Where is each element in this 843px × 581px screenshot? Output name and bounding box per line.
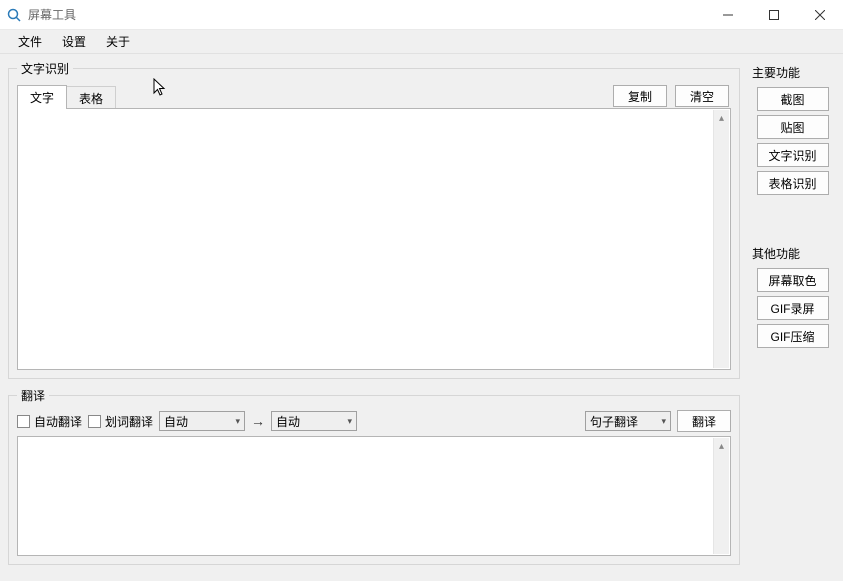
ocr-action-buttons: 复制 清空: [613, 85, 731, 109]
app-icon: [6, 7, 22, 23]
ocr-header: 文字 表格 复制 清空: [17, 83, 731, 109]
translate-scrollbar[interactable]: ▴: [713, 438, 729, 554]
target-language-select[interactable]: 自动 ▾: [271, 411, 357, 431]
other-functions-title: 其他功能: [752, 245, 835, 262]
gif-record-button[interactable]: GIF录屏: [757, 296, 829, 320]
color-picker-button[interactable]: 屏幕取色: [757, 268, 829, 292]
side-panel: 主要功能 截图 贴图 文字识别 表格识别 其他功能 屏幕取色 GIF录屏 GIF…: [748, 54, 843, 581]
text-ocr-button[interactable]: 文字识别: [757, 143, 829, 167]
other-functions-section: 其他功能 屏幕取色 GIF录屏 GIF压缩: [750, 241, 835, 352]
arrow-right-icon: →: [251, 413, 265, 429]
screenshot-button[interactable]: 截图: [757, 87, 829, 111]
menu-about[interactable]: 关于: [96, 31, 140, 53]
clear-button[interactable]: 清空: [675, 85, 729, 107]
translate-output-textarea[interactable]: ▴: [17, 436, 731, 556]
translate-mode-value: 句子翻译: [590, 413, 638, 430]
scroll-up-icon[interactable]: ▴: [714, 438, 729, 454]
window-controls: [705, 0, 843, 30]
close-button[interactable]: [797, 0, 843, 30]
ocr-tabs: 文字 表格: [17, 85, 116, 109]
word-translate-label: 划词翻译: [105, 413, 153, 430]
ocr-scrollbar[interactable]: ▴: [713, 110, 729, 368]
translate-legend: 翻译: [17, 387, 49, 404]
main-column: 文字识别 文字 表格 复制 清空 ▴ 翻译: [0, 54, 748, 581]
menu-file[interactable]: 文件: [8, 31, 52, 53]
ocr-legend: 文字识别: [17, 60, 73, 77]
target-language-value: 自动: [276, 413, 300, 430]
maximize-button[interactable]: [751, 0, 797, 30]
checkbox-icon: [88, 415, 101, 428]
minimize-button[interactable]: [705, 0, 751, 30]
chevron-down-icon: ▾: [236, 416, 241, 427]
chevron-down-icon: ▾: [661, 416, 666, 427]
gif-compress-button[interactable]: GIF压缩: [757, 324, 829, 348]
copy-button[interactable]: 复制: [613, 85, 667, 107]
titlebar: 屏幕工具: [0, 0, 843, 30]
table-ocr-button[interactable]: 表格识别: [757, 171, 829, 195]
main-functions-section: 主要功能 截图 贴图 文字识别 表格识别: [750, 60, 835, 199]
scroll-up-icon[interactable]: ▴: [714, 110, 729, 126]
translate-button[interactable]: 翻译: [677, 410, 731, 432]
source-language-select[interactable]: 自动 ▾: [159, 411, 245, 431]
tab-text[interactable]: 文字: [17, 85, 67, 109]
menu-settings[interactable]: 设置: [52, 31, 96, 53]
paste-image-button[interactable]: 贴图: [757, 115, 829, 139]
auto-translate-label: 自动翻译: [34, 413, 82, 430]
auto-translate-checkbox[interactable]: 自动翻译: [17, 413, 82, 430]
tab-table[interactable]: 表格: [66, 86, 116, 110]
client-area: 文字识别 文字 表格 复制 清空 ▴ 翻译: [0, 54, 843, 581]
translate-mode-select[interactable]: 句子翻译 ▾: [585, 411, 671, 431]
checkbox-icon: [17, 415, 30, 428]
translate-controls: 自动翻译 划词翻译 自动 ▾ → 自动 ▾ 句子翻译 ▾: [17, 410, 731, 432]
ocr-group: 文字识别 文字 表格 复制 清空 ▴: [8, 60, 740, 379]
window-title: 屏幕工具: [28, 6, 76, 23]
main-functions-title: 主要功能: [752, 64, 835, 81]
translate-group: 翻译 自动翻译 划词翻译 自动 ▾ → 自动 ▾: [8, 387, 740, 565]
word-translate-checkbox[interactable]: 划词翻译: [88, 413, 153, 430]
source-language-value: 自动: [164, 413, 188, 430]
menubar: 文件 设置 关于: [0, 30, 843, 54]
chevron-down-icon: ▾: [348, 416, 353, 427]
ocr-output-textarea[interactable]: ▴: [17, 108, 731, 370]
